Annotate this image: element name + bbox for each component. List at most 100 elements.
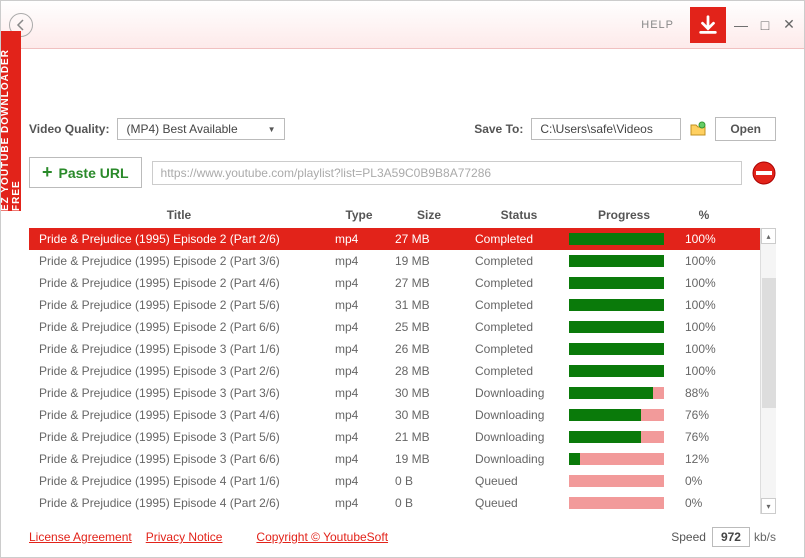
copyright-link[interactable]: Copyright © YoutubeSoft [256, 530, 388, 544]
cell-title: Pride & Prejudice (1995) Episode 2 (Part… [29, 298, 329, 312]
table-row[interactable]: Pride & Prejudice (1995) Episode 3 (Part… [29, 360, 776, 382]
video-quality-select[interactable]: (MP4) Best Available ▼ [117, 118, 284, 140]
privacy-link[interactable]: Privacy Notice [146, 530, 223, 544]
cell-size: 0 B [389, 496, 469, 510]
table-row[interactable]: Pride & Prejudice (1995) Episode 3 (Part… [29, 426, 776, 448]
save-path-input[interactable]: C:\Users\safe\Videos [531, 118, 681, 140]
arrow-left-icon [15, 19, 27, 31]
paste-url-button[interactable]: + Paste URL [29, 157, 142, 188]
cell-progress [569, 233, 679, 245]
app-title-sidebar: EZ YOUTUBE DOWNLOADER FREE [1, 31, 21, 211]
cell-status: Completed [469, 364, 569, 378]
download-logo [690, 7, 726, 43]
header-type: Type [329, 208, 389, 222]
scrollbar[interactable]: ▴ ▾ [760, 228, 776, 514]
close-button[interactable]: ✕ [782, 18, 796, 32]
scroll-down-button[interactable]: ▾ [761, 498, 776, 514]
cell-size: 19 MB [389, 254, 469, 268]
cell-pct: 100% [679, 254, 729, 268]
cell-status: Downloading [469, 386, 569, 400]
cell-progress [569, 321, 679, 333]
cell-size: 27 MB [389, 276, 469, 290]
open-button[interactable]: Open [715, 117, 776, 141]
footer: License Agreement Privacy Notice Copyrig… [29, 527, 776, 547]
cell-type: mp4 [329, 496, 389, 510]
video-quality-label: Video Quality: [29, 122, 109, 136]
browse-folder-icon[interactable] [689, 120, 707, 138]
cell-title: Pride & Prejudice (1995) Episode 3 (Part… [29, 342, 329, 356]
header-pct: % [679, 208, 729, 222]
cell-progress [569, 277, 679, 289]
cell-title: Pride & Prejudice (1995) Episode 3 (Part… [29, 408, 329, 422]
header-size: Size [389, 208, 469, 222]
maximize-button[interactable]: □ [758, 18, 772, 32]
stop-button[interactable] [752, 161, 776, 185]
cell-progress [569, 365, 679, 377]
header-title: Title [29, 208, 329, 222]
cell-status: Queued [469, 496, 569, 510]
download-arrow-icon [697, 14, 719, 36]
cell-title: Pride & Prejudice (1995) Episode 4 (Part… [29, 496, 329, 510]
cell-size: 31 MB [389, 298, 469, 312]
table-row[interactable]: Pride & Prejudice (1995) Episode 2 (Part… [29, 316, 776, 338]
url-input[interactable]: https://www.youtube.com/playlist?list=PL… [152, 161, 742, 185]
table-row[interactable]: Pride & Prejudice (1995) Episode 3 (Part… [29, 338, 776, 360]
cell-status: Completed [469, 232, 569, 246]
cell-title: Pride & Prejudice (1995) Episode 2 (Part… [29, 232, 329, 246]
cell-status: Downloading [469, 408, 569, 422]
cell-type: mp4 [329, 452, 389, 466]
table-row[interactable]: Pride & Prejudice (1995) Episode 2 (Part… [29, 228, 776, 250]
minimize-button[interactable]: — [734, 18, 748, 32]
table-row[interactable]: Pride & Prejudice (1995) Episode 4 (Part… [29, 470, 776, 492]
scroll-thumb[interactable] [762, 278, 776, 408]
table-row[interactable]: Pride & Prejudice (1995) Episode 2 (Part… [29, 272, 776, 294]
cell-status: Downloading [469, 430, 569, 444]
table-row[interactable]: Pride & Prejudice (1995) Episode 3 (Part… [29, 404, 776, 426]
scroll-up-button[interactable]: ▴ [761, 228, 776, 244]
table-row[interactable]: Pride & Prejudice (1995) Episode 3 (Part… [29, 382, 776, 404]
license-link[interactable]: License Agreement [29, 530, 132, 544]
cell-progress [569, 409, 679, 421]
cell-size: 30 MB [389, 408, 469, 422]
cell-type: mp4 [329, 430, 389, 444]
cell-status: Completed [469, 298, 569, 312]
header-status: Status [469, 208, 569, 222]
table-row[interactable]: Pride & Prejudice (1995) Episode 3 (Part… [29, 448, 776, 470]
cell-size: 28 MB [389, 364, 469, 378]
cell-progress [569, 255, 679, 267]
cell-progress [569, 431, 679, 443]
cell-pct: 100% [679, 232, 729, 246]
table-row[interactable]: Pride & Prejudice (1995) Episode 4 (Part… [29, 492, 776, 514]
save-to-label: Save To: [474, 122, 523, 136]
cell-title: Pride & Prejudice (1995) Episode 3 (Part… [29, 364, 329, 378]
cell-title: Pride & Prejudice (1995) Episode 3 (Part… [29, 452, 329, 466]
cell-status: Downloading [469, 452, 569, 466]
speed-label: Speed [671, 530, 706, 544]
cell-pct: 88% [679, 386, 729, 400]
chevron-down-icon: ▼ [268, 125, 276, 134]
table-row[interactable]: Pride & Prejudice (1995) Episode 2 (Part… [29, 250, 776, 272]
help-link[interactable]: HELP [641, 19, 674, 31]
cell-title: Pride & Prejudice (1995) Episode 3 (Part… [29, 430, 329, 444]
speed-value: 972 [712, 527, 750, 547]
speed-unit: kb/s [754, 530, 776, 544]
cell-size: 26 MB [389, 342, 469, 356]
cell-progress [569, 475, 679, 487]
cell-type: mp4 [329, 386, 389, 400]
titlebar: HELP — □ ✕ [1, 1, 804, 49]
cell-pct: 100% [679, 276, 729, 290]
cell-progress [569, 453, 679, 465]
cell-size: 30 MB [389, 386, 469, 400]
cell-type: mp4 [329, 474, 389, 488]
cell-title: Pride & Prejudice (1995) Episode 3 (Part… [29, 386, 329, 400]
cell-type: mp4 [329, 298, 389, 312]
cell-pct: 100% [679, 298, 729, 312]
cell-size: 0 B [389, 474, 469, 488]
downloads-table: Pride & Prejudice (1995) Episode 2 (Part… [29, 228, 776, 514]
header-progress: Progress [569, 208, 679, 222]
table-row[interactable]: Pride & Prejudice (1995) Episode 2 (Part… [29, 294, 776, 316]
cell-title: Pride & Prejudice (1995) Episode 2 (Part… [29, 254, 329, 268]
plus-icon: + [42, 162, 53, 183]
cell-title: Pride & Prejudice (1995) Episode 2 (Part… [29, 276, 329, 290]
cell-pct: 100% [679, 342, 729, 356]
